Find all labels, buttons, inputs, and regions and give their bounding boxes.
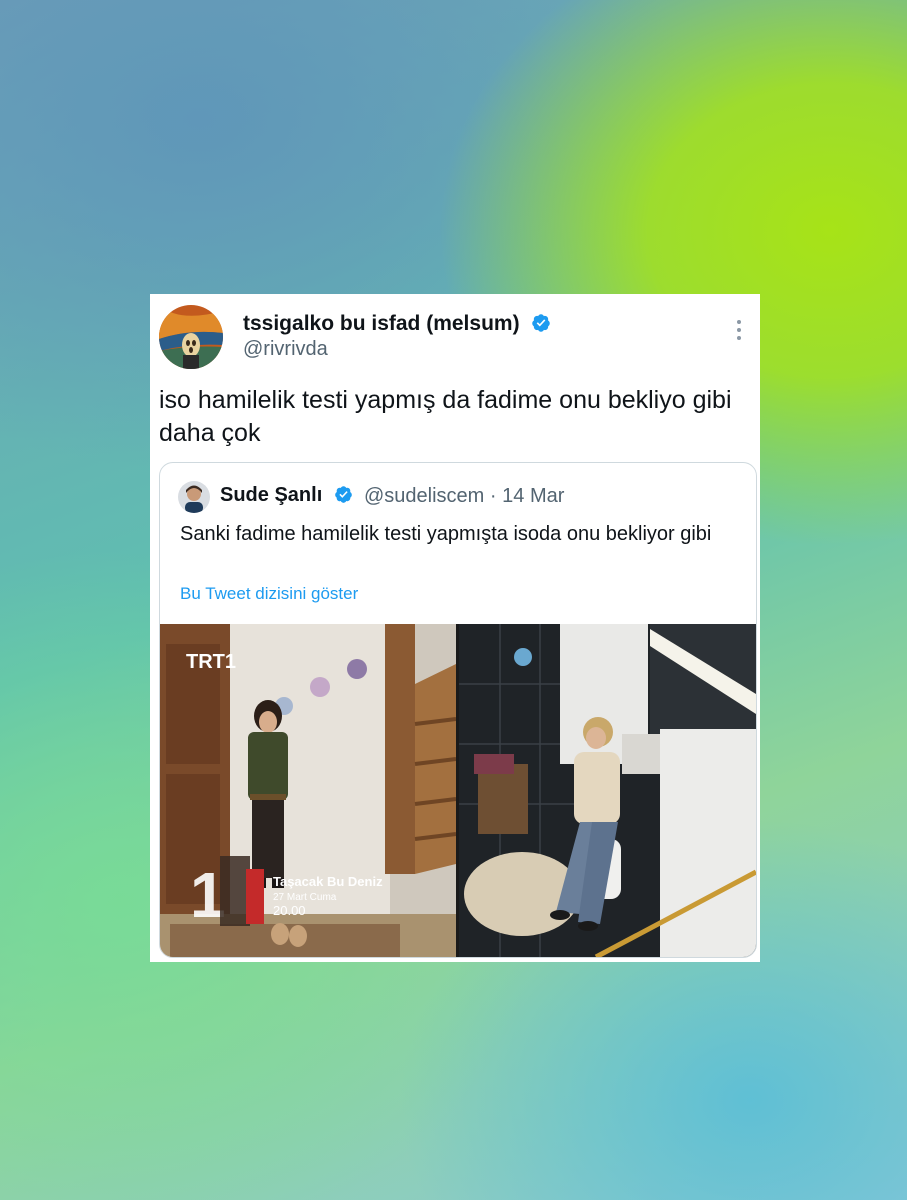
quoted-author-avatar[interactable] xyxy=(178,481,210,513)
verified-badge-icon xyxy=(532,314,551,332)
quoted-text: Sanki fadime hamilelik testi yapmışta is… xyxy=(180,523,712,545)
white-cabinet xyxy=(660,729,756,957)
meta-separator: · xyxy=(489,485,497,507)
author-name[interactable]: tssigalko bu isfad (melsum) xyxy=(243,312,551,336)
staircase xyxy=(415,664,456,874)
woman-figure xyxy=(248,732,288,800)
trt1-logo: TRT1 xyxy=(186,651,236,673)
more-options-icon[interactable] xyxy=(734,320,744,344)
air-time: 20.00 xyxy=(273,903,306,918)
show-thread-link[interactable]: Bu Tweet dizisini göster xyxy=(180,584,358,604)
show-title: Taşacak Bu Deniz xyxy=(273,874,383,889)
author-avatar[interactable] xyxy=(159,305,223,369)
laundry-basket xyxy=(478,764,528,834)
quoted-author-handle[interactable]: @sudeliscem xyxy=(364,485,484,507)
author-name-text: tssigalko bu isfad (melsum) xyxy=(243,312,520,335)
quoted-tweet[interactable]: Sude Şanlı @sudeliscem · 14 Mar Sanki fa… xyxy=(159,462,757,958)
quoted-author-name-text: Sude Şanlı xyxy=(220,484,323,506)
author-handle[interactable]: @rivrivda xyxy=(243,338,328,361)
tweet-text: iso hamilelik testi yapmış da fadime onu… xyxy=(159,386,732,447)
quoted-meta: @sudeliscem · 14 Mar xyxy=(364,485,564,508)
quoted-media-image[interactable]: TRT1 1 Taşacak Bu Deniz 27 Mart Cuma 20.… xyxy=(160,624,756,957)
man-figure xyxy=(574,752,620,824)
air-date: 27 Mart Cuma xyxy=(273,892,337,903)
verified-badge-icon xyxy=(334,486,352,503)
quoted-date[interactable]: 14 Mar xyxy=(502,485,564,507)
quoted-author-name[interactable]: Sude Şanlı xyxy=(220,484,353,507)
tweet-card: tssigalko bu isfad (melsum) @rivrivda is… xyxy=(150,294,760,962)
